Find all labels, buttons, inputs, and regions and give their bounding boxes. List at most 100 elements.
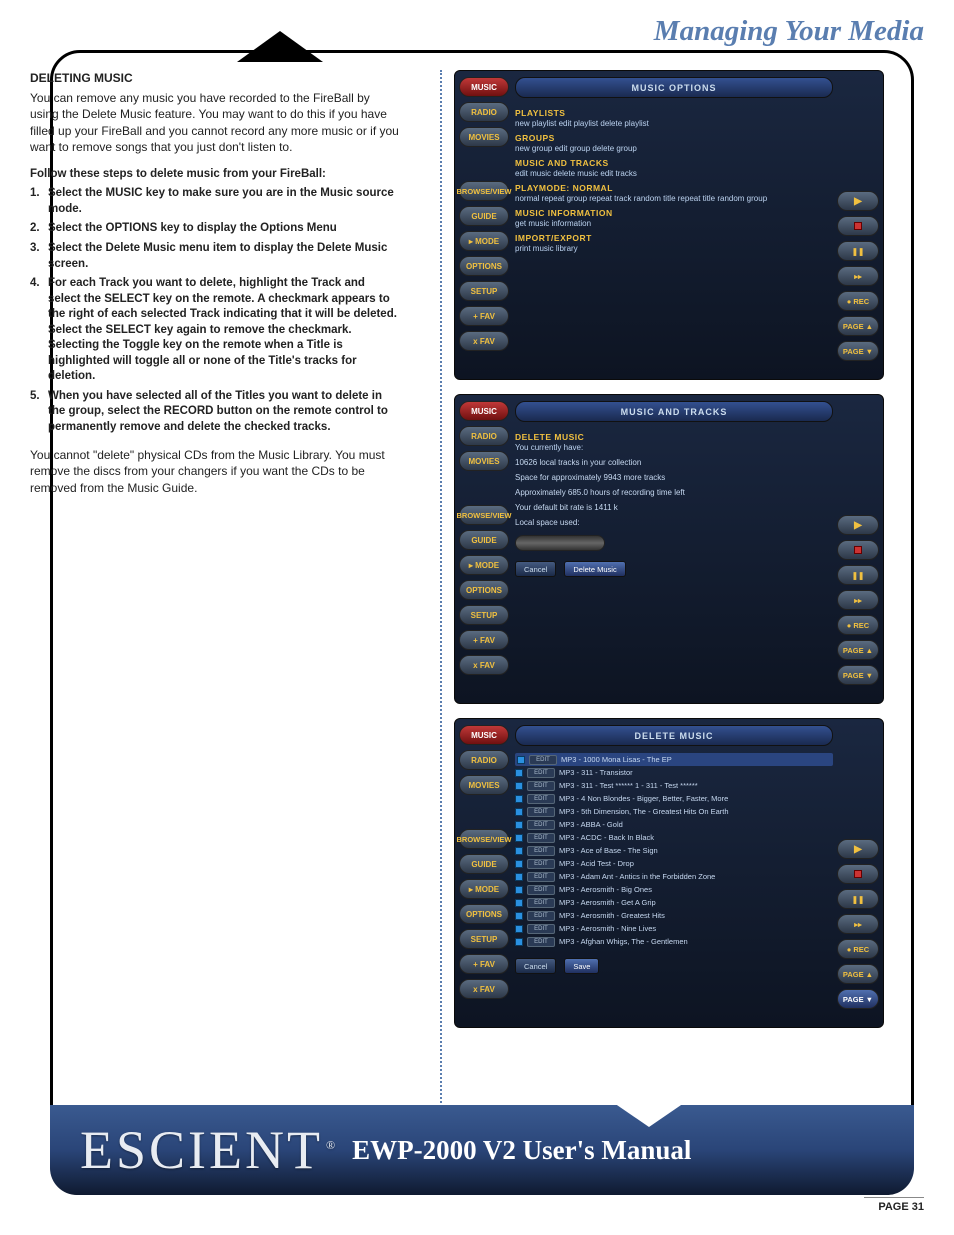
stop-button[interactable] <box>837 216 879 236</box>
delete-music-button[interactable]: Delete Music <box>564 561 625 577</box>
track-row[interactable]: EDITMP3 - Ace of Base - The Sign <box>515 844 833 857</box>
edit-button[interactable]: EDIT <box>527 833 555 843</box>
tab-radio[interactable]: RADIO <box>459 426 509 446</box>
edit-button[interactable]: EDIT <box>527 898 555 908</box>
tab-setup[interactable]: SETUP <box>459 929 509 949</box>
tab-plus-fav[interactable]: + FAV <box>459 954 509 974</box>
checkbox-icon[interactable] <box>515 821 523 829</box>
skip-button[interactable]: ▸▸ <box>837 590 879 610</box>
track-row[interactable]: EDITMP3 - Aerosmith - Greatest Hits <box>515 909 833 922</box>
checkbox-icon[interactable] <box>515 886 523 894</box>
group-playmode-sub[interactable]: normal repeat group repeat track random … <box>515 194 833 203</box>
cancel-button[interactable]: Cancel <box>515 561 556 577</box>
checkbox-icon[interactable] <box>515 834 523 842</box>
group-info-sub[interactable]: get music information <box>515 219 833 228</box>
tab-plus-fav[interactable]: + FAV <box>459 630 509 650</box>
checkbox-icon[interactable] <box>517 756 525 764</box>
edit-button[interactable]: EDIT <box>527 911 555 921</box>
rec-button[interactable]: ● REC <box>837 291 879 311</box>
edit-button[interactable]: EDIT <box>527 768 555 778</box>
play-button[interactable]: ▶ <box>837 515 879 535</box>
track-row[interactable]: EDITMP3 - Aerosmith - Nine Lives <box>515 922 833 935</box>
group-import-sub[interactable]: print music library <box>515 244 833 253</box>
checkbox-icon[interactable] <box>515 938 523 946</box>
tab-x-fav[interactable]: x FAV <box>459 979 509 999</box>
tab-music[interactable]: MUSIC <box>459 401 509 421</box>
edit-button[interactable]: EDIT <box>527 781 555 791</box>
tab-music[interactable]: MUSIC <box>459 77 509 97</box>
tab-x-fav[interactable]: x FAV <box>459 655 509 675</box>
checkbox-icon[interactable] <box>515 795 523 803</box>
stop-button[interactable] <box>837 864 879 884</box>
tab-guide[interactable]: GUIDE <box>459 854 509 874</box>
tab-music[interactable]: MUSIC <box>459 725 509 745</box>
rec-button[interactable]: ● REC <box>837 615 879 635</box>
edit-button[interactable]: EDIT <box>527 820 555 830</box>
track-row[interactable]: EDITMP3 - 1000 Mona Lisas - The EP <box>515 753 833 766</box>
tab-setup[interactable]: SETUP <box>459 605 509 625</box>
track-row[interactable]: EDITMP3 - 311 - Transistor <box>515 766 833 779</box>
track-row[interactable]: EDITMP3 - Aerosmith - Get A Grip <box>515 896 833 909</box>
page-down-button[interactable]: PAGE ▼ <box>837 989 879 1009</box>
edit-button[interactable]: EDIT <box>527 807 555 817</box>
save-button[interactable]: Save <box>564 958 599 974</box>
edit-button[interactable]: EDIT <box>527 872 555 882</box>
tab-options[interactable]: OPTIONS <box>459 580 509 600</box>
page-down-button[interactable]: PAGE ▼ <box>837 341 879 361</box>
page-up-button[interactable]: PAGE ▲ <box>837 964 879 984</box>
tab-movies[interactable]: MOVIES <box>459 775 509 795</box>
tab-radio[interactable]: RADIO <box>459 750 509 770</box>
checkbox-icon[interactable] <box>515 912 523 920</box>
tab-guide[interactable]: GUIDE <box>459 530 509 550</box>
edit-button[interactable]: EDIT <box>529 755 557 765</box>
play-button[interactable]: ▶ <box>837 839 879 859</box>
pause-button[interactable]: ❚❚ <box>837 889 879 909</box>
checkbox-icon[interactable] <box>515 860 523 868</box>
cancel-button[interactable]: Cancel <box>515 958 556 974</box>
checkbox-icon[interactable] <box>515 769 523 777</box>
pause-button[interactable]: ❚❚ <box>837 565 879 585</box>
track-row[interactable]: EDITMP3 - Acid Test - Drop <box>515 857 833 870</box>
page-up-button[interactable]: PAGE ▲ <box>837 316 879 336</box>
play-button[interactable]: ▶ <box>837 191 879 211</box>
tab-browse[interactable]: BROWSE/VIEW <box>459 181 509 201</box>
track-row[interactable]: EDITMP3 - Aerosmith - Big Ones <box>515 883 833 896</box>
edit-button[interactable]: EDIT <box>527 794 555 804</box>
page-down-button[interactable]: PAGE ▼ <box>837 665 879 685</box>
track-row[interactable]: EDITMP3 - Afghan Whigs, The - Gentlemen <box>515 935 833 948</box>
checkbox-icon[interactable] <box>515 847 523 855</box>
group-music-sub[interactable]: edit music delete music edit tracks <box>515 169 833 178</box>
track-row[interactable]: EDITMP3 - 311 - Test ****** 1 - 311 - Te… <box>515 779 833 792</box>
rec-button[interactable]: ● REC <box>837 939 879 959</box>
tab-mode[interactable]: ▸ MODE <box>459 879 509 899</box>
track-row[interactable]: EDITMP3 - ACDC - Back In Black <box>515 831 833 844</box>
pause-button[interactable]: ❚❚ <box>837 241 879 261</box>
checkbox-icon[interactable] <box>515 899 523 907</box>
checkbox-icon[interactable] <box>515 808 523 816</box>
stop-button[interactable] <box>837 540 879 560</box>
tab-mode[interactable]: ▸ MODE <box>459 231 509 251</box>
checkbox-icon[interactable] <box>515 873 523 881</box>
tab-options[interactable]: OPTIONS <box>459 256 509 276</box>
tab-setup[interactable]: SETUP <box>459 281 509 301</box>
checkbox-icon[interactable] <box>515 782 523 790</box>
edit-button[interactable]: EDIT <box>527 846 555 856</box>
tab-x-fav[interactable]: x FAV <box>459 331 509 351</box>
track-row[interactable]: EDITMP3 - 5th Dimension, The - Greatest … <box>515 805 833 818</box>
tab-browse[interactable]: BROWSE/VIEW <box>459 829 509 849</box>
tab-guide[interactable]: GUIDE <box>459 206 509 226</box>
edit-button[interactable]: EDIT <box>527 885 555 895</box>
page-up-button[interactable]: PAGE ▲ <box>837 640 879 660</box>
group-groups-sub[interactable]: new group edit group delete group <box>515 144 833 153</box>
edit-button[interactable]: EDIT <box>527 924 555 934</box>
edit-button[interactable]: EDIT <box>527 859 555 869</box>
tab-radio[interactable]: RADIO <box>459 102 509 122</box>
edit-button[interactable]: EDIT <box>527 937 555 947</box>
tab-mode[interactable]: ▸ MODE <box>459 555 509 575</box>
tab-movies[interactable]: MOVIES <box>459 127 509 147</box>
skip-button[interactable]: ▸▸ <box>837 914 879 934</box>
tab-movies[interactable]: MOVIES <box>459 451 509 471</box>
track-row[interactable]: EDITMP3 - Adam Ant - Antics in the Forbi… <box>515 870 833 883</box>
skip-button[interactable]: ▸▸ <box>837 266 879 286</box>
track-row[interactable]: EDITMP3 - ABBA - Gold <box>515 818 833 831</box>
